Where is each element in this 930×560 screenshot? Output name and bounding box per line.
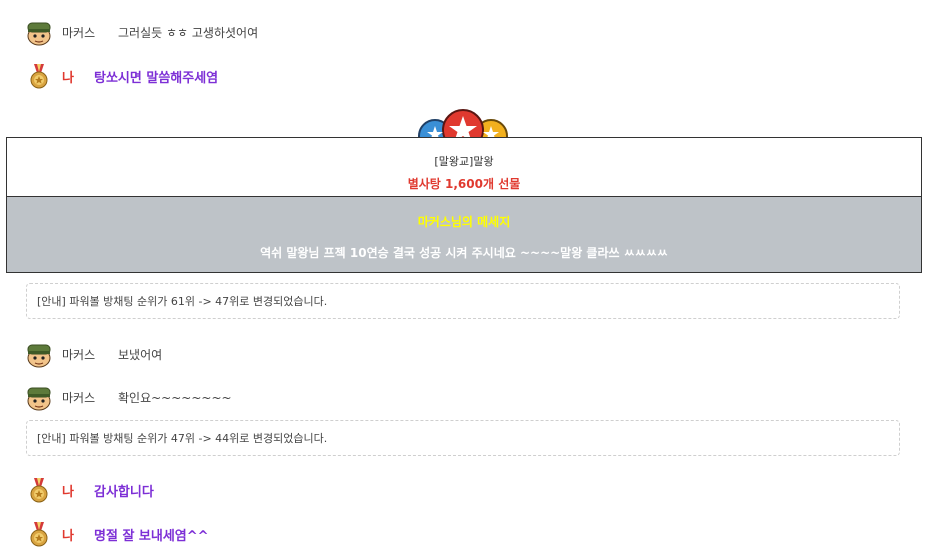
soldier-avatar-icon	[25, 340, 53, 368]
chat-message: 탕쏘시면 말씀해주세염	[94, 70, 219, 86]
chat-row: 마커스 보냈어여	[25, 339, 162, 369]
medal-icon	[25, 520, 53, 548]
chat-message: 보냈어여	[118, 347, 163, 362]
gift-message-title: 마커스님의 메세지	[417, 215, 511, 229]
system-notice: [안내] 파워볼 방채팅 순위가 47위 -> 44위로 변경되었습니다.	[26, 420, 900, 456]
chat-username[interactable]: 마커스	[62, 346, 118, 363]
system-notice: [안내] 파워볼 방채팅 순위가 61위 -> 47위로 변경되었습니다.	[26, 283, 900, 319]
chat-username-me: 나	[62, 484, 74, 500]
chat-message: 확인요~~~~~~~~	[118, 390, 232, 405]
chat-row: 마커스 그러실듯 ㅎㅎ 고생하셧어여	[25, 17, 258, 47]
gift-item: 별사탕 1,600개 선물	[407, 177, 521, 191]
star-balloons-icon	[413, 106, 513, 138]
chat-username[interactable]: 마커스	[62, 389, 118, 406]
chat-message: 감사합니다	[94, 484, 154, 500]
gift-card: [말왕교]말왕 별사탕 1,600개 선물	[6, 137, 922, 197]
chat-row-me: 나 명절 잘 보내세염^^	[25, 519, 209, 549]
soldier-avatar-icon	[25, 383, 53, 411]
chat-message: 그러실듯 ㅎㅎ 고생하셧어여	[118, 25, 259, 40]
chat-username-me: 나	[62, 70, 74, 86]
chat-row: 마커스 확인요~~~~~~~~	[25, 382, 232, 412]
gift-sender: [말왕교]말왕	[434, 155, 494, 168]
chat-message: 명절 잘 보내세염^^	[94, 528, 209, 544]
chat-username-me: 나	[62, 528, 74, 544]
medal-icon	[25, 62, 53, 90]
chat-row-me: 나 탕쏘시면 말씀해주세염	[25, 61, 218, 91]
medal-icon	[25, 476, 53, 504]
gift-message-panel: 마커스님의 메세지 역쉬 말왕님 프젝 10연승 결국 성공 시켜 주시네요 ~…	[6, 197, 922, 273]
chat-row-me: 나 감사합니다	[25, 475, 154, 505]
chat-username[interactable]: 마커스	[62, 24, 118, 41]
soldier-avatar-icon	[25, 18, 53, 46]
gift-message-text: 역쉬 말왕님 프젝 10연승 결국 성공 시켜 주시네요 ~~~~말왕 클라쓰 …	[260, 246, 668, 260]
